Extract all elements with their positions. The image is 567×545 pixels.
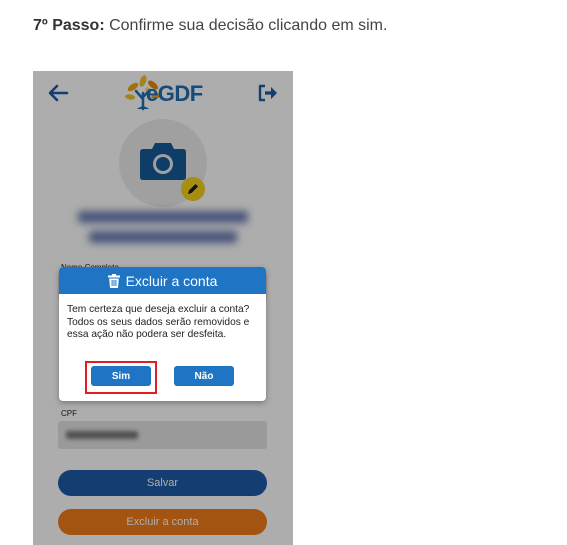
step-description: Confirme sua decisão clicando em sim.: [104, 17, 388, 34]
confirm-no-button[interactable]: Não: [174, 366, 234, 386]
step-number: 7º Passo:: [33, 17, 105, 34]
highlight-box: [85, 361, 157, 394]
trash-icon: [107, 273, 120, 288]
dialog-header: Excluir a conta: [59, 267, 266, 294]
dialog-title: Excluir a conta: [125, 272, 218, 289]
dialog-message: Tem certeza que deseja excluir a conta? …: [67, 304, 250, 341]
phone-screenshot: eGDF Nome Completo CPF Salvar Excluir a …: [33, 71, 293, 545]
step-instruction: 7º Passo: Confirme sua decisão clicando …: [33, 17, 387, 35]
